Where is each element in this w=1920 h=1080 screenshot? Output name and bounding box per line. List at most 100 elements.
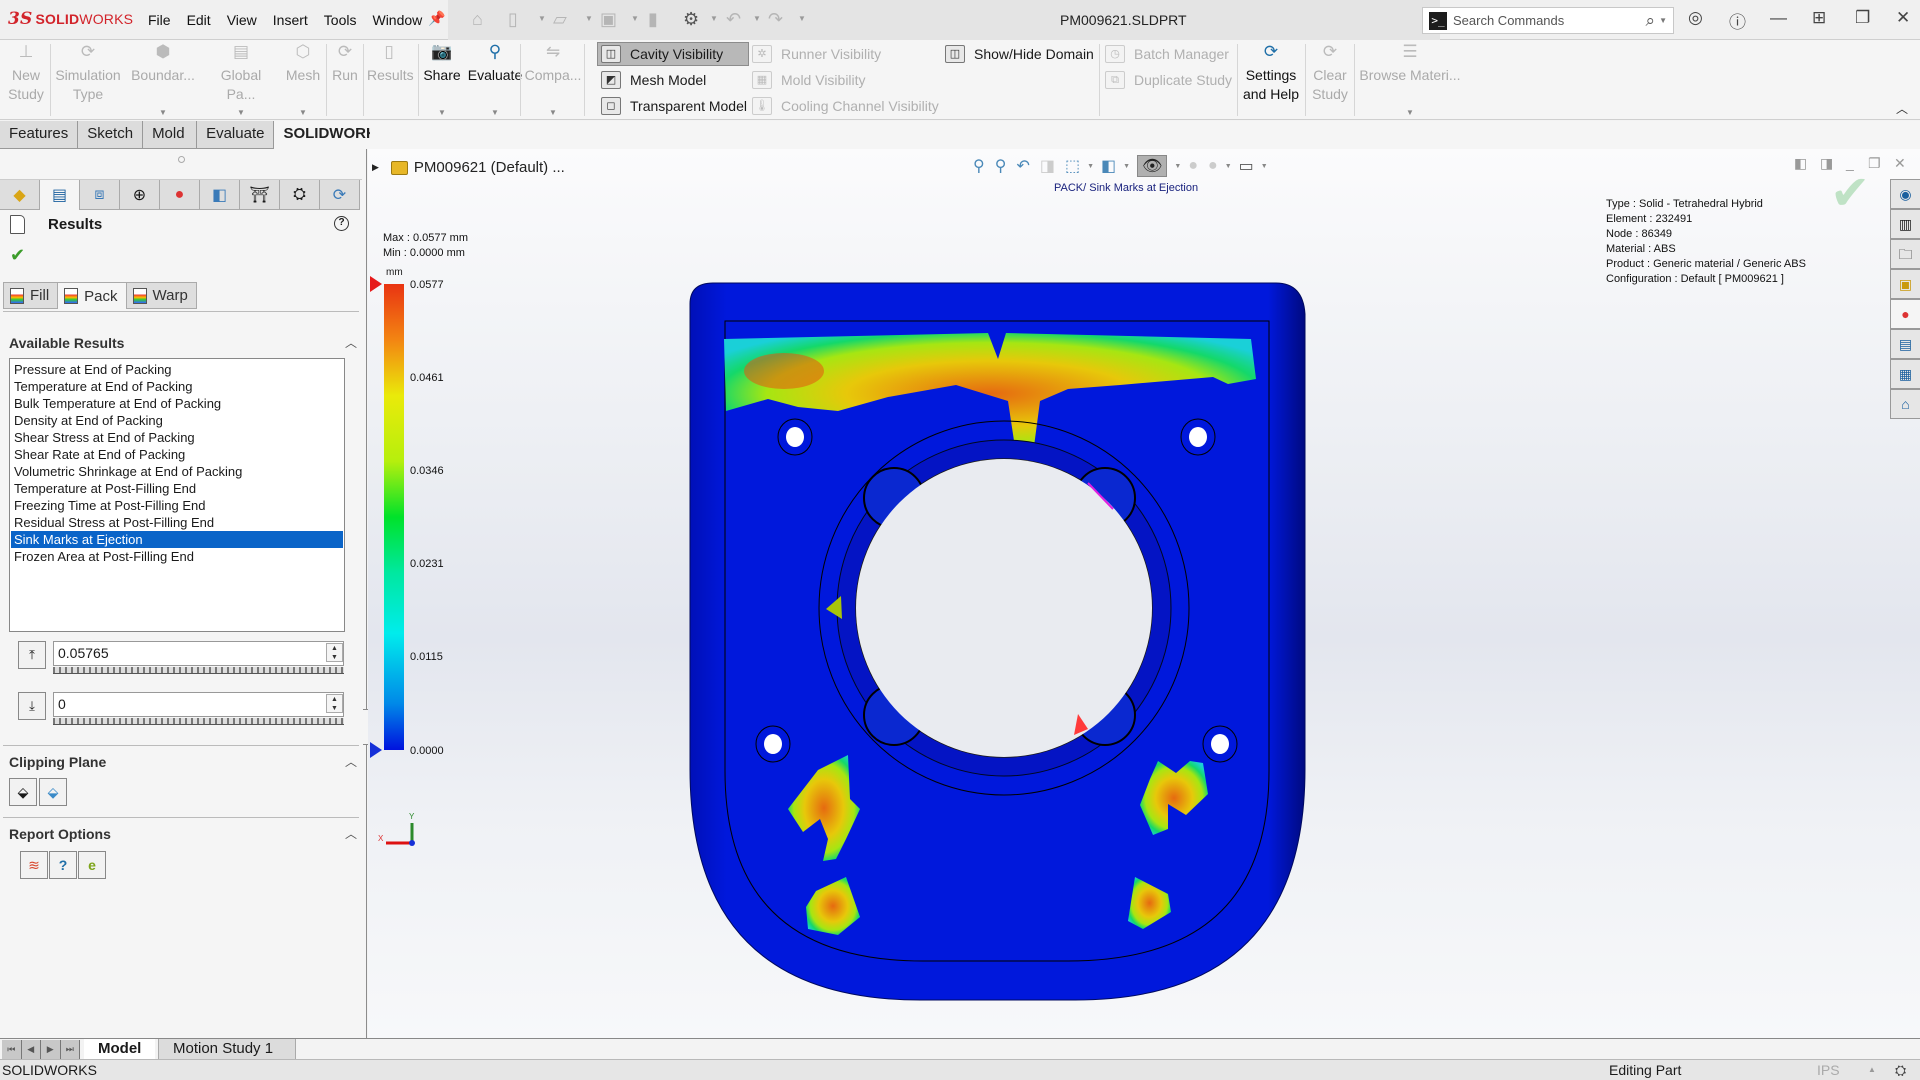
- menu-insert[interactable]: Insert: [273, 12, 308, 28]
- chevron-down-icon[interactable]: ▼: [798, 14, 806, 23]
- inspection-tab[interactable]: ⛩: [240, 180, 280, 210]
- property-manager-tab[interactable]: ▤: [40, 180, 80, 210]
- menu-view[interactable]: View: [227, 12, 257, 28]
- report-chart-button[interactable]: ≋: [20, 851, 48, 879]
- clipping-plane-heading[interactable]: Clipping Plane: [9, 754, 106, 770]
- display-manager-tab[interactable]: ●: [160, 180, 200, 210]
- mesh-button[interactable]: ⬡ Mesh ▼: [283, 42, 323, 117]
- home-icon[interactable]: ⌂: [472, 9, 483, 30]
- tile-windows-button[interactable]: ⊞: [1812, 8, 1826, 28]
- collapse-caret-icon[interactable]: ︿: [345, 825, 357, 842]
- chevron-down-icon[interactable]: ▼: [237, 103, 245, 122]
- open-icon[interactable]: ▱: [553, 9, 567, 30]
- batch-manager-button[interactable]: ◷ Batch Manager: [1105, 42, 1229, 66]
- collapse-caret-icon[interactable]: ︿: [345, 334, 357, 351]
- list-item[interactable]: Frozen Area at Post-Filling End: [11, 548, 343, 565]
- list-item-selected[interactable]: Sink Marks at Ejection: [11, 531, 343, 548]
- unit-system[interactable]: IPS: [1817, 1060, 1840, 1080]
- list-item[interactable]: Residual Stress at Post-Filling End: [11, 514, 343, 531]
- menu-tools[interactable]: Tools: [324, 12, 357, 28]
- home-tab[interactable]: ⌂: [1890, 389, 1920, 419]
- search-icon[interactable]: ⌕: [1646, 11, 1656, 31]
- browse-materials-button[interactable]: ☰ Browse Materi... ▼: [1358, 42, 1462, 117]
- tab-motion-study-1[interactable]: Motion Study 1: [158, 1039, 297, 1060]
- tab-model[interactable]: Model: [84, 1039, 156, 1060]
- chevron-down-icon[interactable]: ▼: [753, 14, 761, 23]
- boundary-conditions-button[interactable]: ⬢ Boundar... ▼: [130, 42, 196, 117]
- panel-resize-handle[interactable]: [178, 156, 185, 163]
- list-item[interactable]: Bulk Temperature at End of Packing: [11, 395, 343, 412]
- first-tab-icon[interactable]: ⏮: [2, 1040, 22, 1059]
- appearances-tab[interactable]: ●: [1890, 299, 1920, 329]
- cam-manager-tab[interactable]: ◧: [200, 180, 240, 210]
- report-help-button[interactable]: ?: [49, 851, 77, 879]
- mouse-icon[interactable]: ▮: [648, 9, 658, 30]
- spinner-arrows[interactable]: ▲ ▼: [326, 643, 343, 662]
- file-explorer-tab[interactable]: 🗀: [1890, 239, 1920, 269]
- duplicate-study-button[interactable]: ⧉ Duplicate Study: [1105, 68, 1232, 92]
- mesh-model-toggle[interactable]: ◩ Mesh Model: [601, 68, 706, 92]
- chevron-down-icon[interactable]: ▼: [585, 14, 593, 23]
- chevron-down-icon[interactable]: ▼: [710, 14, 718, 23]
- clipping-plane-button[interactable]: ⬙: [9, 778, 37, 806]
- subtab-fill[interactable]: Fill: [3, 282, 58, 309]
- list-item[interactable]: Shear Stress at End of Packing: [11, 429, 343, 446]
- configuration-manager-tab[interactable]: ⧈: [80, 180, 120, 210]
- tab-mold-tools[interactable]: Mold Tools: [143, 121, 198, 168]
- results-button[interactable]: ▯ Results: [367, 42, 414, 85]
- dimxpert-tab[interactable]: ⊕: [120, 180, 160, 210]
- subtab-pack[interactable]: Pack: [57, 282, 126, 309]
- share-button[interactable]: 📷 Share ▼: [421, 42, 463, 117]
- chevron-down-icon[interactable]: ▼: [1406, 103, 1414, 122]
- clipping-solid-button[interactable]: ⬙: [39, 778, 67, 806]
- chevron-down-icon[interactable]: ▼: [159, 103, 167, 122]
- save-icon[interactable]: ▣: [600, 9, 617, 30]
- chevron-down-icon[interactable]: ▼: [549, 103, 557, 122]
- list-item[interactable]: Pressure at End of Packing: [11, 361, 343, 378]
- tab-evaluate[interactable]: Evaluate: [197, 121, 275, 149]
- settings-and-help-button[interactable]: ⟳ Settings and Help: [1240, 42, 1302, 104]
- cooling-channel-visibility-toggle[interactable]: 🌡 Cooling Channel Visibility: [752, 94, 939, 118]
- help-icon[interactable]: ⓘ: [1729, 8, 1746, 33]
- spinner-arrows[interactable]: ▲ ▼: [326, 694, 343, 713]
- help-icon[interactable]: ?: [334, 216, 349, 231]
- minimize-button[interactable]: —: [1770, 8, 1787, 28]
- mold-visibility-toggle[interactable]: ▦ Mold Visibility: [752, 68, 866, 92]
- max-range-icon[interactable]: ⤒: [18, 641, 46, 669]
- min-range-slider[interactable]: [53, 718, 344, 725]
- new-study-button[interactable]: ⊥ New Study: [6, 42, 46, 104]
- solidworks-logo[interactable]: 3S SOLID WORKS: [8, 9, 133, 29]
- custom-properties-tab[interactable]: ▤: [1890, 329, 1920, 359]
- tab-features[interactable]: Features: [0, 121, 79, 149]
- runner-visibility-toggle[interactable]: ✲ Runner Visibility: [752, 42, 881, 66]
- pin-icon[interactable]: 📌: [428, 10, 445, 27]
- options-gear-icon[interactable]: ⚙: [683, 9, 699, 30]
- chevron-down-icon[interactable]: ▼: [631, 14, 639, 23]
- graphics-area[interactable]: ▶ PM009621 (Default) ... ⚲ ⚲ ↶ ◨ ⬚ ▼ ◧ ▼ 👁…: [368, 149, 1920, 1038]
- compare-button[interactable]: ⇋ Compa... ▼: [524, 42, 582, 117]
- report-options-heading[interactable]: Report Options: [9, 826, 111, 842]
- chevron-down-icon[interactable]: ▼: [491, 103, 499, 122]
- view-palette-tab[interactable]: ▣: [1890, 269, 1920, 299]
- min-range-icon[interactable]: ⤓: [18, 692, 46, 720]
- cavity-visibility-toggle[interactable]: ◫ Cavity Visibility: [597, 42, 749, 66]
- chevron-down-icon[interactable]: ▼: [1659, 16, 1667, 25]
- clear-study-button[interactable]: ⟳ Clear Study: [1308, 42, 1352, 104]
- chevron-down-icon[interactable]: ▼: [538, 14, 546, 23]
- plastics-manager-tab[interactable]: ⟳: [320, 180, 360, 210]
- close-button[interactable]: ✕: [1896, 8, 1910, 28]
- design-library-tab[interactable]: ▥: [1890, 209, 1920, 239]
- feature-manager-tab[interactable]: ◆: [0, 180, 40, 210]
- menu-window[interactable]: Window: [372, 12, 422, 28]
- solidworks-resources-tab[interactable]: ◉: [1890, 179, 1920, 209]
- max-range-input[interactable]: 0.05765: [53, 641, 344, 666]
- ok-checkmark-button[interactable]: ✔: [10, 245, 25, 266]
- last-tab-icon[interactable]: ⏭: [60, 1040, 80, 1059]
- sink-marks-result-plot[interactable]: [368, 149, 1920, 1038]
- menu-edit[interactable]: Edit: [187, 12, 211, 28]
- tab-sketch[interactable]: Sketch: [78, 121, 144, 149]
- available-results-list[interactable]: Pressure at End of Packing Temperature a…: [9, 358, 345, 632]
- list-item[interactable]: Shear Rate at End of Packing: [11, 446, 343, 463]
- user-account-icon[interactable]: ◎: [1688, 8, 1703, 28]
- subtab-warp[interactable]: Warp: [125, 282, 197, 309]
